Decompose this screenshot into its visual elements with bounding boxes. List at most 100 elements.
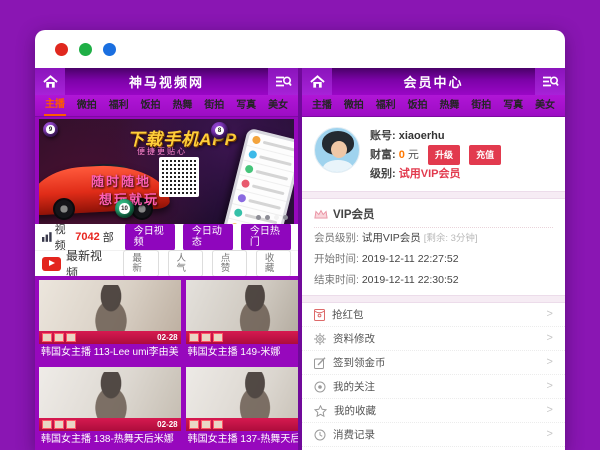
- window-dot-red[interactable]: [55, 43, 68, 56]
- tab-fanpai[interactable]: 饭拍: [140, 97, 162, 115]
- follow-icon: [314, 381, 326, 393]
- star-icon: [314, 405, 327, 417]
- tab-weipai[interactable]: 微拍: [343, 97, 365, 115]
- edit-icon: [314, 357, 326, 369]
- menu-item-label: 抢红包: [332, 307, 364, 322]
- vip-start-value: 2019-12-11 22:27:52: [362, 253, 459, 265]
- home-button[interactable]: [302, 68, 332, 95]
- vip-section: VIP会员 会员级别: 试用VIP会员 [剩余: 3分钟] 开始时间: 2019…: [302, 199, 565, 295]
- tab-rewu[interactable]: 热舞: [438, 97, 460, 115]
- home-button[interactable]: [35, 68, 65, 95]
- tab-rewu[interactable]: 热舞: [171, 97, 193, 115]
- today-hot-button[interactable]: 今日热门: [241, 223, 291, 251]
- carousel-dot-active[interactable]: [274, 215, 279, 220]
- video-title: 韩国女主播 137-热舞天后米娜: [186, 431, 298, 449]
- left-nav-tabs: 主播 微拍 福利 饭拍 热舞 街拍 写真 美女: [35, 95, 298, 117]
- video-card[interactable]: 02-28 韩国女主播 137-热舞天后米娜: [186, 367, 298, 449]
- video-title: 韩国女主播 113-Lee umi李由美: [39, 344, 181, 362]
- home-icon: [310, 75, 325, 89]
- carousel-dot[interactable]: [283, 215, 288, 220]
- left-search-button[interactable]: [268, 68, 298, 95]
- panel-video-site: 神马视频网 主播 微拍 福利 饭拍 热舞 街拍: [35, 68, 298, 450]
- billiard-ball-icon: 8: [211, 122, 228, 139]
- wealth-label: 财富:: [370, 149, 396, 161]
- wealth-value: 0: [399, 149, 405, 161]
- window-dot-green[interactable]: [79, 43, 92, 56]
- level-value: 试用VIP会员: [399, 168, 461, 180]
- filter-favorites-button[interactable]: 收藏: [256, 250, 291, 277]
- tab-jiepai[interactable]: 街拍: [470, 97, 492, 115]
- vip-start-label: 开始时间:: [314, 253, 359, 265]
- account-value: xiaoerhu: [399, 130, 445, 142]
- tab-jiepai[interactable]: 街拍: [203, 97, 225, 115]
- video-card[interactable]: 02-28 韩国女主播 113-Lee umi李由美: [39, 280, 181, 362]
- vip-end-row: 结束时间: 2019-12-11 22:30:52: [314, 270, 553, 291]
- carousel-dot[interactable]: [265, 215, 270, 220]
- upgrade-button[interactable]: 升级: [428, 145, 460, 165]
- thumbnail-strip: 02-28: [39, 331, 181, 344]
- right-app-header: 会员中心: [302, 68, 565, 95]
- profile-section: 账号: xiaoerhu 财富: 0 元 升级 充值 级别: 试用VIP: [302, 117, 565, 191]
- filter-popular-button[interactable]: 人气: [168, 250, 203, 277]
- menu-item-spend-history[interactable]: 消费记录 >: [302, 423, 565, 447]
- tab-meinv[interactable]: 美女: [267, 97, 289, 115]
- carousel-dot[interactable]: [256, 215, 261, 220]
- tab-weipai[interactable]: 微拍: [76, 97, 98, 115]
- menu-item-my-follows[interactable]: 我的关注 >: [302, 375, 565, 399]
- tab-fuli[interactable]: 福利: [108, 97, 130, 115]
- tab-zhubo[interactable]: 主播: [311, 97, 333, 115]
- today-videos-button[interactable]: 今日视频: [125, 223, 175, 251]
- play-icon: [42, 257, 61, 271]
- chevron-right-icon: >: [546, 333, 553, 345]
- right-search-button[interactable]: [535, 68, 565, 95]
- video-title: 韩国女主播 138-热舞天后米娜: [39, 431, 181, 449]
- menu-item-red-envelope[interactable]: 抢红包 >: [302, 303, 565, 327]
- billiard-ball-icon: 10: [115, 199, 134, 218]
- gear-icon: [314, 333, 326, 345]
- video-date-badge: 02-28: [157, 333, 177, 342]
- tab-zhubo[interactable]: 主播: [44, 96, 66, 116]
- vip-start-row: 开始时间: 2019-12-11 22:27:52: [314, 249, 553, 270]
- thumbnail-strip: 02-28: [186, 331, 298, 344]
- banner-slogan: 随时随地: [91, 171, 151, 190]
- video-thumbnail: 02-28: [39, 280, 181, 344]
- billiard-ball-icon: 9: [43, 122, 58, 137]
- search-icon: [275, 75, 292, 88]
- tab-xiezhen[interactable]: 写真: [235, 97, 257, 115]
- filter-newest-button[interactable]: 最新: [123, 250, 158, 277]
- video-count-suffix: 部: [103, 229, 114, 245]
- tab-fuli[interactable]: 福利: [375, 97, 397, 115]
- menu-item-edit-profile[interactable]: 资料修改 >: [302, 327, 565, 351]
- wealth-row: 财富: 0 元 升级 充值: [370, 145, 501, 165]
- window-dot-blue[interactable]: [103, 43, 116, 56]
- crown-icon: [314, 209, 328, 220]
- banner-wrap: 下载手机APP 便捷更贴心 随时随地 想玩就玩 9: [35, 117, 298, 224]
- search-icon: [542, 75, 559, 88]
- right-page-title: 会员中心: [332, 68, 535, 95]
- menu-item-sign-in[interactable]: 签到领金币 >: [302, 351, 565, 375]
- right-nav-tabs: 主播 微拍 福利 饭拍 热舞 街拍 写真 美女: [302, 95, 565, 117]
- today-updates-button[interactable]: 今日动态: [183, 223, 233, 251]
- recharge-button[interactable]: 充值: [469, 145, 501, 165]
- menu-item-my-favorites[interactable]: 我的收藏 >: [302, 399, 565, 423]
- video-card[interactable]: 02-28 韩国女主播 138-热舞天后米娜: [39, 367, 181, 449]
- filter-likes-button[interactable]: 点赞: [212, 250, 247, 277]
- tab-meinv[interactable]: 美女: [534, 97, 556, 115]
- avatar[interactable]: [314, 127, 360, 173]
- chevron-right-icon: >: [546, 429, 553, 441]
- video-thumbnail: 02-28: [186, 367, 298, 431]
- chevron-right-icon: >: [546, 405, 553, 417]
- video-grid: 02-28 韩国女主播 113-Lee umi李由美 02-28 韩国女主播 1…: [35, 276, 298, 450]
- clock-icon: [314, 429, 326, 441]
- window-titlebar: [35, 30, 565, 68]
- level-row: 级别: 试用VIP会员: [370, 165, 501, 183]
- tab-fanpai[interactable]: 饭拍: [407, 97, 429, 115]
- chevron-right-icon: >: [546, 309, 553, 321]
- menu-item-label: 我的收藏: [334, 403, 376, 418]
- video-count: 7042: [75, 231, 99, 243]
- video-card[interactable]: 02-28 韩国女主播 149-米娜: [186, 280, 298, 362]
- app-download-banner[interactable]: 下载手机APP 便捷更贴心 随时随地 想玩就玩 9: [39, 119, 294, 224]
- car-wheel: [53, 198, 75, 220]
- tab-xiezhen[interactable]: 写真: [502, 97, 524, 115]
- section-divider: [302, 295, 565, 303]
